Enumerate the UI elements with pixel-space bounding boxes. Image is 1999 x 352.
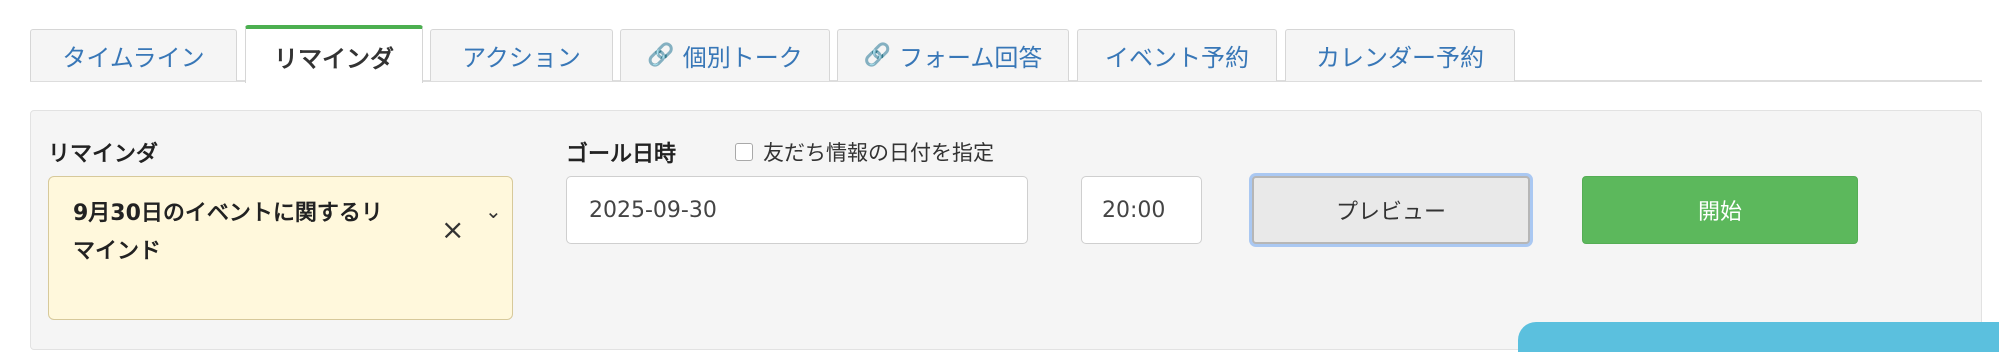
tab-reminder[interactable]: リマインダ [245, 25, 423, 83]
use-friend-date-checkbox[interactable]: 友だち情報の日付を指定 [735, 137, 994, 167]
tab-label: カレンダー予約 [1316, 44, 1484, 72]
reminder-select[interactable]: 9月30日のイベントに関するリマインド × ⌄ [48, 176, 513, 320]
preview-button-label: プレビュー [1335, 200, 1446, 225]
tab-label: タイムライン [62, 44, 205, 72]
tab-label: イベント予約 [1105, 44, 1249, 72]
tab-label: 個別トーク [682, 44, 803, 72]
chevron-down-icon[interactable]: ⌄ [485, 199, 502, 223]
floating-panel[interactable] [1518, 322, 1999, 352]
goal-time-value: 20:00 [1102, 197, 1166, 223]
tab-form-answer[interactable]: 🔗 フォーム回答 [837, 29, 1069, 81]
checkbox-label: 友だち情報の日付を指定 [763, 141, 994, 165]
tab-label: アクション [462, 44, 581, 72]
tab-event-reservation[interactable]: イベント予約 [1077, 29, 1277, 81]
tab-label: フォーム回答 [899, 44, 1043, 72]
start-button[interactable]: 開始 [1582, 176, 1858, 244]
goal-datetime-label: ゴール日時 [566, 142, 677, 167]
goal-date-value: 2025-09-30 [589, 197, 717, 223]
preview-button[interactable]: プレビュー [1252, 176, 1530, 244]
tab-label: リマインダ [274, 44, 394, 73]
checkbox[interactable] [735, 143, 753, 161]
goal-date-input[interactable]: 2025-09-30 [566, 176, 1028, 244]
tab-action[interactable]: アクション [430, 29, 613, 81]
goal-time-input[interactable]: 20:00 [1081, 176, 1202, 244]
tab-calendar-reservation[interactable]: カレンダー予約 [1285, 29, 1515, 81]
start-button-label: 開始 [1697, 200, 1742, 225]
selected-reminder-text: 9月30日のイベントに関するリマインド [73, 201, 383, 264]
tab-individual-talk[interactable]: 🔗 個別トーク [620, 29, 830, 81]
reminder-label: リマインダ [48, 142, 159, 167]
tab-timeline[interactable]: タイムライン [30, 29, 237, 81]
close-icon[interactable]: × [441, 213, 464, 246]
tab-bar: タイムライン リマインダ アクション 🔗 個別トーク 🔗 フォーム回答 イベント… [0, 0, 1999, 83]
link-icon: 🔗 [647, 43, 675, 68]
link-icon: 🔗 [863, 43, 892, 68]
